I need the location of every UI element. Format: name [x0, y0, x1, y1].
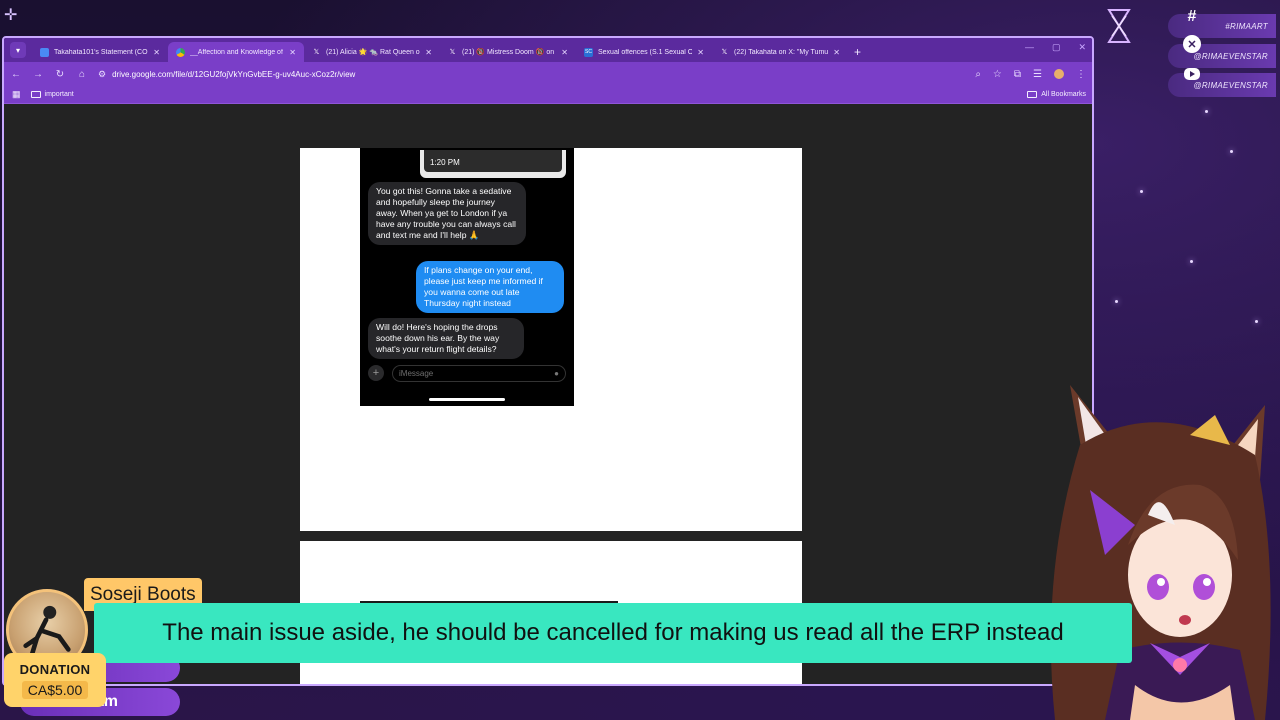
social-handle: @RIMAEVENSTAR	[1193, 80, 1268, 90]
message-screenshot: 1:20 PM You got this! Gonna take a sedat…	[360, 148, 574, 406]
sparkle	[1230, 150, 1233, 153]
apps-grid-icon[interactable]: ▦	[12, 89, 21, 100]
message-input: iMessage ●	[392, 364, 566, 382]
home-icon[interactable]: ⌂	[76, 69, 88, 80]
sparkle	[1115, 300, 1118, 303]
tab-sexual-offences[interactable]: SC Sexual offences (S.1 Sexual Off ✕	[576, 42, 712, 62]
tab-title: Sexual offences (S.1 Sexual Off	[598, 48, 693, 56]
address-bar[interactable]: ⚙ drive.google.com/file/d/12GU2fojVkYnGv…	[98, 65, 965, 83]
tab-takahata-x[interactable]: 𝕏 (22) Takahata on X: "My Tumult ✕	[712, 42, 848, 62]
sc-icon: SC	[584, 47, 593, 57]
social-handle: #RIMAART	[1225, 21, 1268, 31]
tab-title: (21) Alicia 🌟 🐀 Rat Queen on	[326, 49, 421, 56]
social-handle: @RIMAEVENSTAR	[1193, 51, 1268, 61]
bookmark-star-icon[interactable]: ☆	[993, 69, 1002, 80]
back-icon[interactable]: ←	[10, 69, 22, 80]
bookmark-label: important	[44, 91, 74, 98]
image-timestamp: 1:20 PM	[424, 150, 562, 172]
sparkle	[1205, 110, 1208, 113]
vtuber-avatar	[1050, 385, 1271, 720]
input-placeholder: iMessage	[399, 368, 434, 378]
document-page: 1:20 PM You got this! Gonna take a sedat…	[300, 148, 802, 531]
toolbar-actions: ⌕ ☆ ⧉ ☰ ⋮	[975, 69, 1086, 80]
bookmark-folder-important[interactable]: important	[30, 91, 74, 98]
message-bubble-incoming: Will do! Here's hoping the drops soothe …	[368, 318, 524, 359]
close-icon[interactable]: ✕	[153, 48, 160, 57]
close-icon[interactable]: ✕	[833, 48, 840, 57]
url-text: drive.google.com/file/d/12GU2fojVkYnGvbE…	[112, 69, 356, 79]
menu-icon[interactable]: ⋮	[1076, 69, 1086, 80]
x-logo-icon: 𝕏	[313, 49, 320, 56]
browser-toolbar: ← → ↻ ⌂ ⚙ drive.google.com/file/d/12GU2f…	[4, 62, 1092, 86]
reload-icon[interactable]: ↻	[54, 69, 66, 80]
donation-amount: CA$5.00	[21, 680, 89, 699]
tab-strip: ▾ Takahata101's Statement (COPY ✕ __Affe…	[4, 38, 1092, 62]
sparkle	[1255, 320, 1258, 323]
close-icon[interactable]: ✕	[425, 48, 432, 57]
donation-alert: DONATION CA$5.00	[4, 653, 106, 707]
close-icon[interactable]: ✕	[697, 48, 704, 57]
profile-avatar[interactable]	[1054, 69, 1064, 79]
caption-text: The main issue aside, he should be cance…	[162, 619, 1064, 646]
home-indicator	[429, 398, 505, 401]
zoom-icon[interactable]: ⌕	[975, 69, 981, 80]
extensions-icon[interactable]: ⧉	[1014, 69, 1021, 80]
youtube-icon	[1184, 68, 1200, 80]
new-tab-button[interactable]: +	[854, 45, 861, 59]
message-bubble-outgoing: If plans change on your end, please just…	[416, 261, 564, 313]
tab-mistress-doom[interactable]: 𝕏 (21) 🔞 Mistress Doom 🔞 on X ✕	[440, 42, 576, 62]
donation-label: DONATION	[19, 661, 91, 677]
close-icon[interactable]: ✕	[289, 48, 296, 57]
message-compose-bar: + iMessage ●	[368, 364, 566, 382]
hashtag-icon: #	[1187, 8, 1197, 25]
x-logo-icon: 𝕏	[449, 49, 456, 56]
all-bookmarks-button[interactable]: All Bookmarks	[1027, 91, 1086, 98]
window-controls: — ▢ ✕	[1025, 42, 1086, 53]
forward-icon[interactable]: →	[32, 69, 44, 80]
maximize-icon[interactable]: ▢	[1052, 42, 1061, 53]
tab-title: (22) Takahata on X: "My Tumult	[734, 48, 829, 56]
message-bubble-incoming: You got this! Gonna take a sedative and …	[368, 182, 526, 245]
microphone-icon: ●	[554, 368, 559, 378]
tab-title: (21) 🔞 Mistress Doom 🔞 on X	[462, 49, 557, 56]
tab-takahata-statement[interactable]: Takahata101's Statement (COPY ✕	[32, 42, 168, 62]
tts-caption: The main issue aside, he should be cance…	[94, 603, 1132, 663]
shared-image-preview: 1:20 PM	[420, 150, 566, 178]
drive-icon	[176, 47, 185, 57]
channel-logo	[1107, 9, 1131, 43]
tab-title: __Affection and Knowledge of	[190, 48, 283, 56]
sparkle	[1190, 260, 1193, 263]
sparkle	[1140, 190, 1143, 193]
minimize-icon[interactable]: —	[1025, 42, 1034, 53]
docs-icon	[40, 47, 49, 57]
folder-icon	[30, 91, 41, 98]
close-icon[interactable]: ✕	[561, 48, 568, 57]
cast-icon[interactable]: ☰	[1033, 69, 1042, 80]
site-info-icon[interactable]: ⚙	[98, 69, 106, 80]
tab-affection-knowledge[interactable]: __Affection and Knowledge of ✕	[168, 42, 304, 62]
plus-icon: +	[368, 365, 384, 381]
close-window-icon[interactable]: ✕	[1078, 42, 1086, 53]
x-logo-icon: 𝕏	[721, 49, 728, 56]
folder-icon	[1027, 91, 1038, 98]
bookmark-label: All Bookmarks	[1041, 91, 1086, 98]
tab-search-button[interactable]: ▾	[10, 42, 26, 58]
tab-alicia[interactable]: 𝕏 (21) Alicia 🌟 🐀 Rat Queen on ✕	[304, 42, 440, 62]
tab-title: Takahata101's Statement (COPY	[54, 48, 149, 56]
bookmarks-bar: ▦ important All Bookmarks	[4, 86, 1092, 104]
x-icon: ✕	[1183, 35, 1201, 53]
sparkle-plus-icon: ✛	[4, 7, 18, 24]
